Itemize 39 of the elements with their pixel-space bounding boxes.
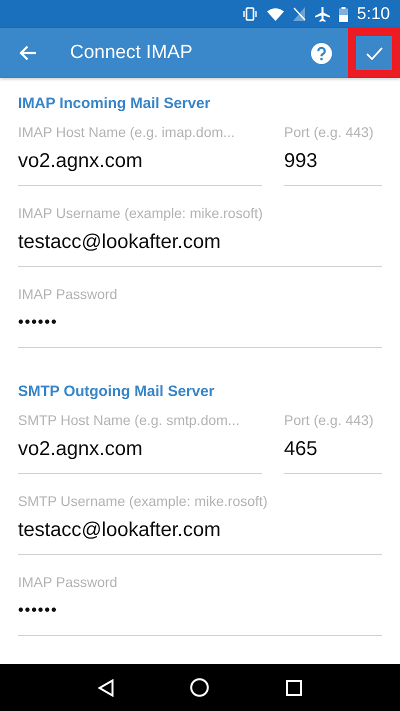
battery-icon <box>338 6 348 22</box>
no-sim-icon <box>292 7 306 21</box>
section-heading: IMAP Incoming Mail Server <box>18 95 212 113</box>
back-arrow-icon <box>19 45 37 61</box>
input-field[interactable]: IMAP Username (example: mike.rosoft) testacc@lookafter.com <box>18 204 382 267</box>
input-field[interactable]: IMAP Password •••••• <box>18 285 382 348</box>
field-value: vo2.agnx.com <box>18 149 144 174</box>
input-field[interactable]: IMAP Password •••••• <box>18 573 382 636</box>
field-label: IMAP Password <box>18 285 118 303</box>
field-value: vo2.agnx.com <box>18 437 144 462</box>
field-value: 465 <box>284 437 318 462</box>
field-label: Port (e.g. 443) <box>284 123 374 141</box>
input-field[interactable]: SMTP Host Name (e.g. smtp.dom... vo2.agnx.com <box>18 411 262 474</box>
field-label: Port (e.g. 443) <box>284 411 374 429</box>
field-value: •••••• <box>18 601 59 621</box>
field-value: •••••• <box>18 313 59 333</box>
field-value: testacc@lookafter.com <box>18 518 222 543</box>
checkmark-icon <box>366 46 382 60</box>
input-field[interactable]: Port (e.g. 443) 465 <box>284 411 382 474</box>
field-label: SMTP Username (example: mike.rosoft) <box>18 492 268 510</box>
circle-home-icon <box>190 678 210 697</box>
screen-title: Connect IMAP <box>70 42 194 64</box>
input-field[interactable]: IMAP Host Name (e.g. imap.dom... vo2.agnx.com <box>18 123 262 186</box>
help-icon <box>310 42 332 64</box>
wifi-icon <box>266 8 284 20</box>
field-label: IMAP Password <box>18 573 118 591</box>
field-value: testacc@lookafter.com <box>18 230 222 255</box>
section-heading: SMTP Outgoing Mail Server <box>18 383 216 401</box>
triangle-back-icon <box>98 678 114 696</box>
field-label: IMAP Username (example: mike.rosoft) <box>18 204 264 222</box>
field-value: 993 <box>284 149 318 174</box>
input-field[interactable]: Port (e.g. 443) 993 <box>284 123 382 186</box>
input-field[interactable]: SMTP Username (example: mike.rosoft) testacc@lookafter.com <box>18 492 382 555</box>
field-label: IMAP Host Name (e.g. imap.dom... <box>18 123 236 141</box>
vibrate-icon <box>242 7 258 21</box>
airplane-icon <box>314 6 330 22</box>
clock-time: 5:10 <box>356 4 390 24</box>
field-label: SMTP Host Name (e.g. smtp.dom... <box>18 411 240 429</box>
square-recents-icon <box>286 680 302 696</box>
